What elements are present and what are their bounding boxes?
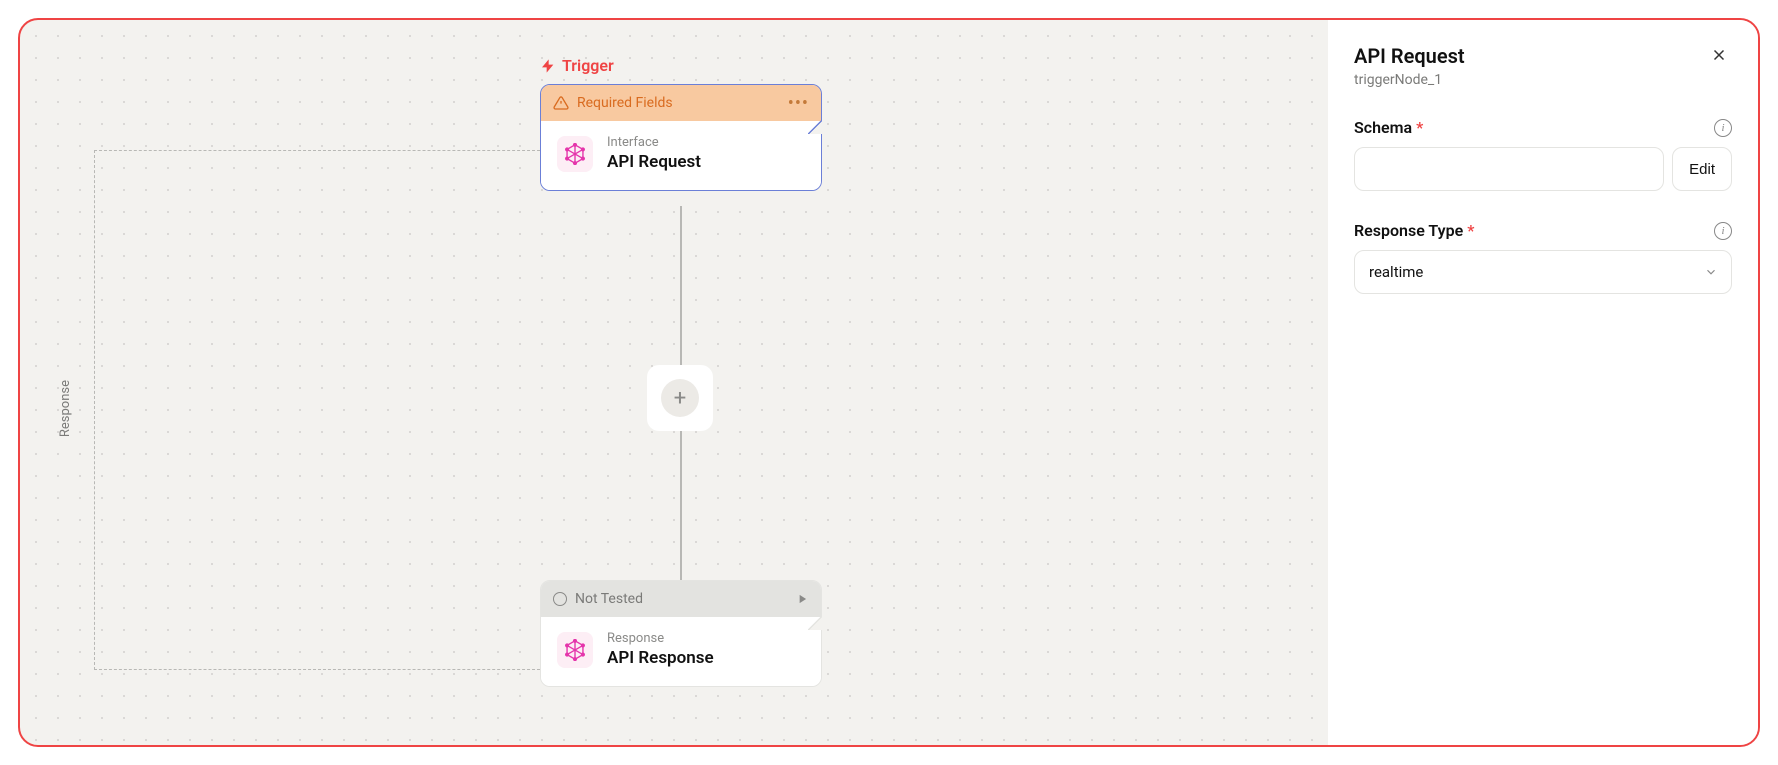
info-icon[interactable]: i (1714, 119, 1732, 137)
required-asterisk: * (1416, 118, 1423, 137)
node-title: API Response (607, 648, 714, 668)
graphql-icon (564, 143, 586, 165)
more-icon[interactable]: ••• (788, 93, 809, 114)
response-type-label: Response Type * (1354, 221, 1474, 240)
canvas-area[interactable]: Response Trigger Required Fields ••• (20, 20, 1328, 745)
node-header-text: Required Fields (577, 95, 673, 111)
add-node-button[interactable]: + (647, 365, 713, 431)
play-icon[interactable] (795, 592, 809, 606)
status-circle-icon (553, 592, 567, 606)
node-api-response[interactable]: Not Tested (540, 580, 822, 687)
warning-icon (553, 95, 569, 111)
response-type-field-group: Response Type * i realtime (1354, 221, 1732, 294)
trigger-label-text: Trigger (562, 56, 614, 75)
response-type-select[interactable]: realtime (1354, 250, 1732, 294)
node-icon-box (557, 632, 593, 668)
node-body: Interface API Request (541, 121, 821, 190)
response-type-value: realtime (1354, 250, 1732, 294)
plus-icon: + (661, 379, 699, 417)
node-title: API Request (607, 152, 701, 172)
node-subtitle: Response (607, 631, 714, 646)
schema-input[interactable] (1354, 147, 1664, 191)
response-loop-label: Response (58, 380, 73, 437)
node-header-not-tested: Not Tested (541, 581, 821, 617)
graphql-icon (564, 639, 586, 661)
workflow-canvas-frame: Response Trigger Required Fields ••• (18, 18, 1760, 747)
panel-title: API Request (1354, 44, 1465, 68)
close-icon (1710, 46, 1728, 64)
close-button[interactable] (1706, 44, 1732, 71)
node-subtitle: Interface (607, 135, 701, 150)
properties-panel: API Request triggerNode_1 Schema * i Edi… (1328, 20, 1758, 745)
bolt-icon (540, 58, 556, 74)
schema-field-group: Schema * i Edit (1354, 118, 1732, 191)
node-header-required-fields: Required Fields ••• (541, 85, 821, 121)
node-body: Response API Response (541, 617, 821, 686)
panel-node-id: triggerNode_1 (1354, 72, 1465, 88)
required-asterisk: * (1467, 221, 1474, 240)
info-icon[interactable]: i (1714, 222, 1732, 240)
response-loop-connector (94, 150, 540, 670)
panel-header: API Request triggerNode_1 (1354, 44, 1732, 88)
node-header-text: Not Tested (575, 591, 643, 607)
schema-label: Schema * (1354, 118, 1423, 137)
node-api-request[interactable]: Required Fields ••• (540, 84, 822, 191)
node-icon-box (557, 136, 593, 172)
trigger-label: Trigger (540, 56, 614, 75)
edit-button[interactable]: Edit (1672, 147, 1732, 191)
chevron-down-icon (1704, 265, 1718, 279)
